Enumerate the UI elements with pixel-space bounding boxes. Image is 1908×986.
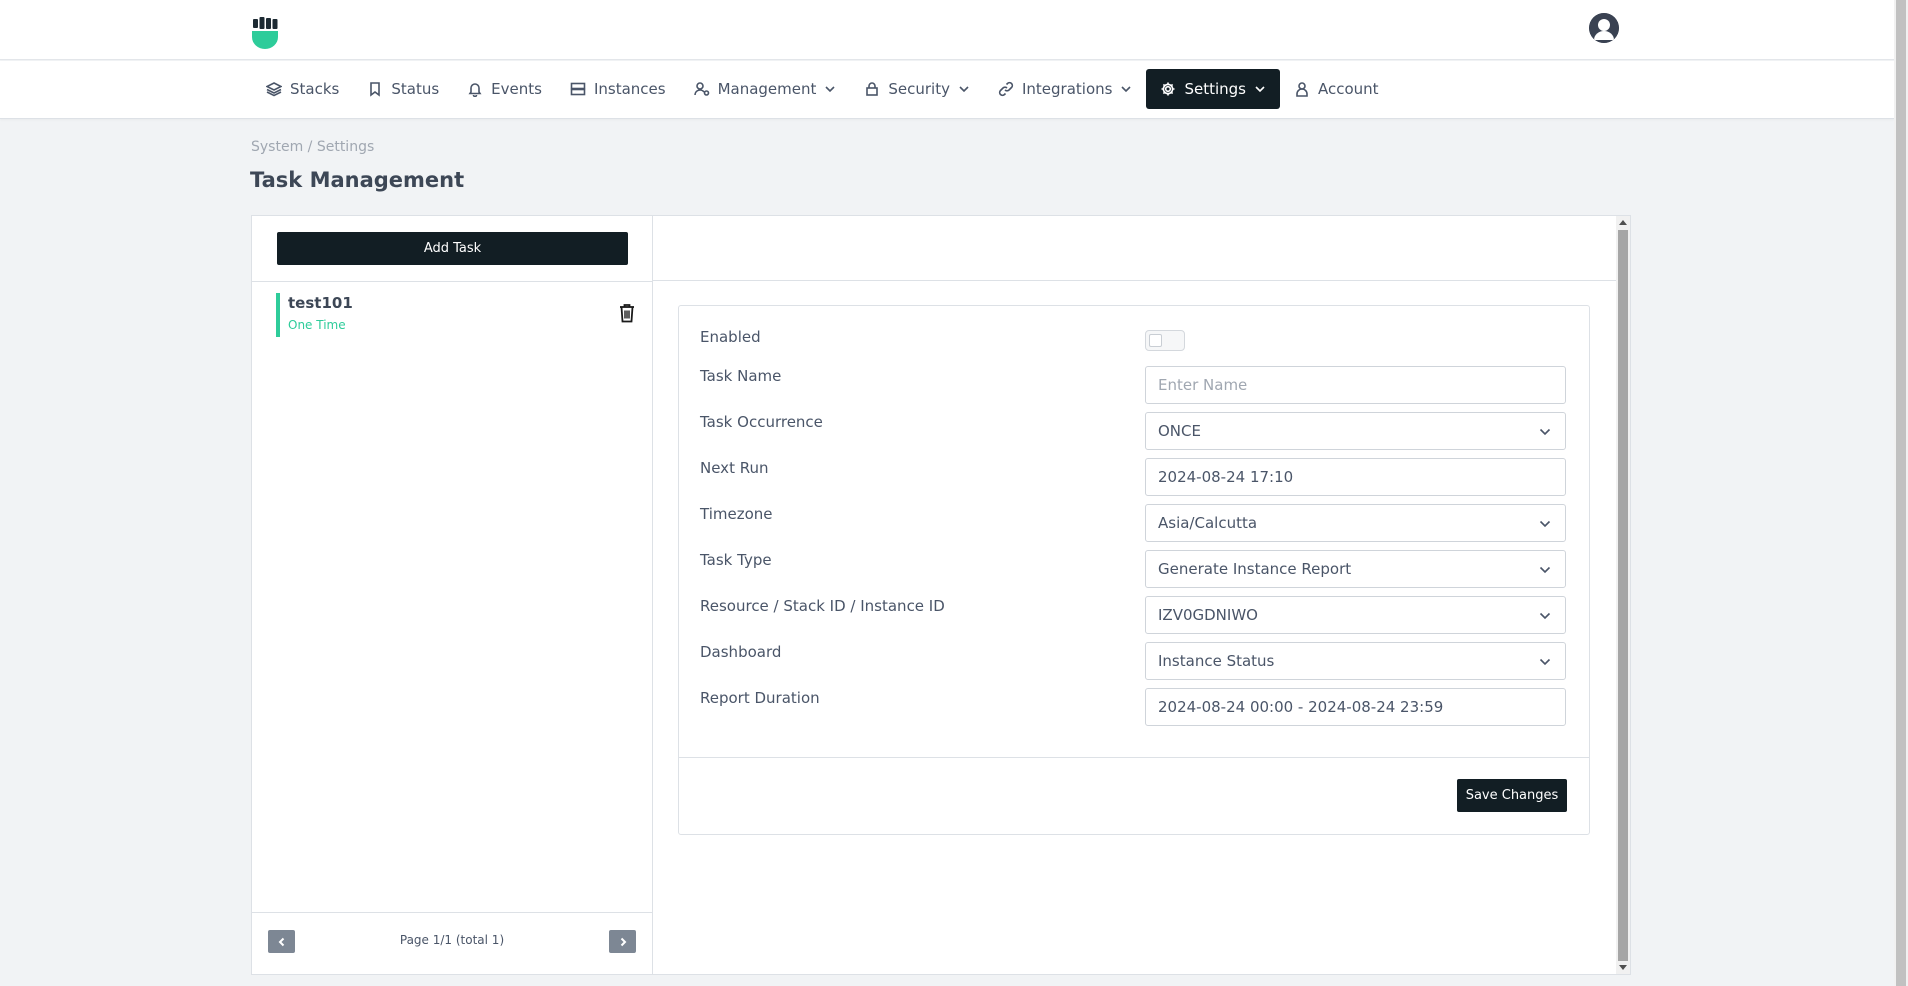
nav-label: Status [391,80,440,98]
add-task-header: Add Task [252,216,652,282]
nav-label: Stacks [290,80,340,98]
occurrence-value: ONCE [1158,422,1201,440]
server-icon [570,82,586,96]
dashboard-select[interactable]: Instance Status [1145,642,1566,680]
add-task-button[interactable]: Add Task [277,232,628,265]
dashboard-label: Dashboard [700,643,782,661]
detail-header [653,216,1616,281]
nav-integrations[interactable]: Integrations [984,69,1146,109]
task-type-value: Generate Instance Report [1158,560,1352,578]
scroll-thumb[interactable] [1618,230,1628,961]
chevron-down-icon [1539,520,1551,528]
main-nav: Stacks Status Events Instances Managemen… [0,61,1894,119]
save-changes-button[interactable]: Save Changes [1457,779,1567,812]
task-occurrence: One Time [288,318,346,332]
next-page-button[interactable] [609,930,636,953]
nav-status[interactable]: Status [353,69,453,109]
avatar[interactable] [1589,13,1619,43]
resource-label: Resource / Stack ID / Instance ID [700,597,945,615]
resource-select[interactable]: IZV0GDNIWO [1145,596,1566,634]
nav-account[interactable]: Account [1280,69,1393,109]
chevron-down-icon [1539,658,1551,666]
occurrence-select[interactable]: ONCE [1145,412,1566,450]
enabled-label: Enabled [700,328,761,346]
nav-events[interactable]: Events [453,69,556,109]
nav-label: Account [1318,80,1379,98]
task-detail-panel: Enabled Task Name Task Occurrence ONCE N… [653,216,1616,974]
task-status-bar [276,293,280,337]
task-form: Enabled Task Name Task Occurrence ONCE N… [678,305,1590,835]
task-management-card: Add Task test101 One Time Page 1/1 (tota… [251,215,1631,975]
timezone-label: Timezone [700,505,773,523]
resource-value: IZV0GDNIWO [1158,606,1258,624]
chevron-down-icon [1121,86,1132,93]
next-run-input[interactable]: 2024-08-24 17:10 [1145,458,1566,496]
nav-label: Integrations [1022,80,1113,98]
breadcrumb: System / Settings [251,139,375,155]
task-list-panel: Add Task test101 One Time Page 1/1 (tota… [252,216,653,974]
nav-label: Management [717,80,817,98]
nav-label: Security [888,80,950,98]
task-name-label: Task Name [700,367,782,385]
user-icon [1296,82,1308,97]
next-run-label: Next Run [700,459,769,477]
occurrence-label: Task Occurrence [700,413,823,431]
chevron-down-icon [1539,566,1551,574]
bookmark-icon [370,82,381,97]
page-scrollbar[interactable] [1894,0,1908,986]
user-gear-icon [693,82,709,96]
page-scroll-thumb[interactable] [1896,0,1906,986]
timezone-value: Asia/Calcutta [1158,514,1258,532]
task-type-select[interactable]: Generate Instance Report [1145,550,1566,588]
enabled-toggle[interactable] [1145,330,1185,351]
duration-value: 2024-08-24 00:00 - 2024-08-24 23:59 [1158,698,1444,716]
trash-icon[interactable] [618,303,636,323]
task-type-label: Task Type [700,551,772,569]
user-avatar-icon [1589,13,1619,43]
lock-icon [866,82,879,96]
timezone-select[interactable]: Asia/Calcutta [1145,504,1566,542]
task-name-input[interactable] [1145,366,1566,404]
scroll-up-arrow-icon[interactable] [1619,220,1627,225]
chevron-down-icon [959,86,969,93]
nav-label: Instances [593,80,666,98]
nav-label: Settings [1184,80,1246,98]
page-title: Task Management [250,168,465,192]
chevron-down-icon [1255,86,1265,93]
link-icon [998,81,1014,97]
top-bar [0,0,1894,60]
pagination: Page 1/1 (total 1) [252,912,652,974]
panel-scrollbar[interactable] [1616,216,1630,974]
gear-icon [1161,82,1175,96]
page-indicator: Page 1/1 (total 1) [399,933,505,947]
duration-label: Report Duration [700,689,820,707]
chevron-right-icon [620,937,626,946]
bell-icon [468,83,482,97]
nav-stacks[interactable]: Stacks [252,69,353,109]
fist-logo-icon[interactable] [250,17,280,49]
nav-management[interactable]: Management [680,69,851,109]
nav-label: Events [491,80,542,98]
scroll-down-arrow-icon[interactable] [1619,965,1627,970]
toggle-knob [1149,334,1162,347]
chevron-down-icon [1539,612,1551,620]
chevron-down-icon [825,86,835,93]
task-name: test101 [288,294,353,312]
chevron-down-icon [1539,428,1551,436]
nav-security[interactable]: Security [850,69,984,109]
nav-instances[interactable]: Instances [556,69,680,109]
nav-settings[interactable]: Settings [1146,69,1280,109]
duration-input[interactable]: 2024-08-24 00:00 - 2024-08-24 23:59 [1145,688,1566,726]
form-divider [679,757,1589,758]
dashboard-value: Instance Status [1158,652,1275,670]
layers-icon [266,82,282,97]
list-item[interactable]: test101 One Time [276,293,634,337]
next-run-value: 2024-08-24 17:10 [1158,468,1294,486]
